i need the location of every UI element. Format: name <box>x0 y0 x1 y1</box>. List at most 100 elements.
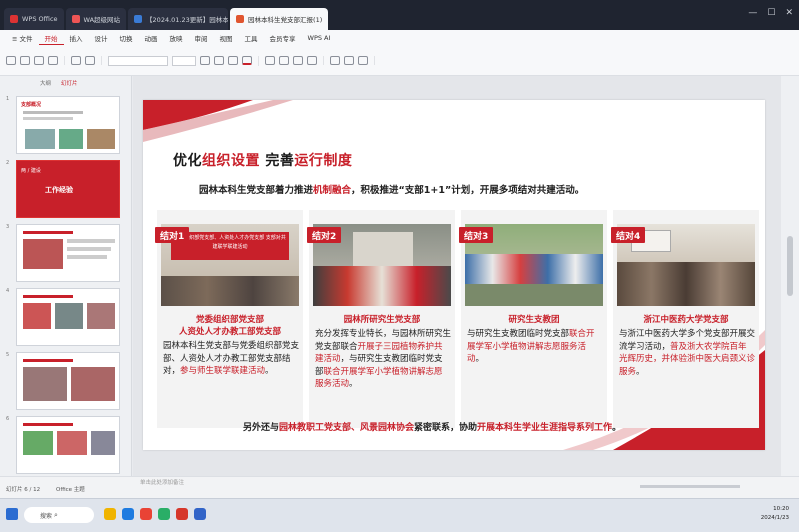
search-icon: ⌕ <box>54 510 58 519</box>
tab-presentation[interactable]: 园林本科生党支部汇报(1) <box>230 8 329 30</box>
thumbnail-row[interactable]: 3 <box>6 224 120 282</box>
title-bar: WPS Office WA超级网站 【2024.01.23更新】园林本科生党支部… <box>0 0 799 30</box>
slide-title: 优化组织设置 完善运行制度 <box>173 150 352 170</box>
menu-design[interactable]: 设计 <box>89 31 114 45</box>
tab-label: WPS Office <box>22 15 58 23</box>
vertical-scrollbar[interactable] <box>781 76 799 476</box>
thumbnail-row[interactable]: 1 支部概况 <box>6 96 120 154</box>
slide-number: 2 <box>6 160 10 166</box>
card-heading-line: 浙江中医药大学党支部 <box>643 315 729 325</box>
menu-wps-ai[interactable]: WPS AI <box>302 31 337 45</box>
tab-website[interactable]: WA超级网站 <box>65 8 127 30</box>
notes-placeholder[interactable]: 单击此处添加备注 <box>140 478 184 486</box>
menu-bar: ≡ 文件 开始 插入 设计 切换 动画 放映 审阅 视图 工具 会员专享 WPS… <box>0 30 799 46</box>
menu-insert[interactable]: 插入 <box>64 31 89 45</box>
scroll-thumb[interactable] <box>787 236 793 296</box>
menu-home[interactable]: 开始 <box>38 31 64 45</box>
align-left-icon <box>293 56 303 65</box>
slide-thumbnail[interactable]: 支部概况 <box>16 96 120 154</box>
card-body-text: 与研究生支教团临时党支部 <box>467 329 570 339</box>
thumb-caption: 工作经验 <box>45 186 73 194</box>
underline-button[interactable] <box>228 56 238 65</box>
menu-member[interactable]: 会员专享 <box>264 31 302 45</box>
cut-button[interactable] <box>34 56 44 65</box>
system-clock[interactable]: 10:20 2024/1/23 <box>761 505 789 523</box>
clock-time: 10:20 <box>773 506 789 512</box>
card-body-highlight: 联合开展学军小学植物讲解志愿服务活动 <box>315 366 443 390</box>
textbox-icon <box>358 56 368 65</box>
copy-button[interactable] <box>48 56 58 65</box>
card-body: 园林本科生党支部与党委组织部党支部、人资处人才办教工部党支部结对，参与师生联学联… <box>163 340 299 378</box>
menu-slideshow[interactable]: 放映 <box>164 31 189 45</box>
slide[interactable]: 优化组织设置 完善运行制度 园林本科生党支部着力推进机制融合，积极推进“支部1+… <box>143 100 765 450</box>
tab-outline[interactable]: 大纲 <box>40 79 51 87</box>
slide-thumbnail[interactable] <box>16 416 120 474</box>
italic-button[interactable] <box>214 56 224 65</box>
thumb-caption: 支部概况 <box>21 102 42 108</box>
bullets-button[interactable] <box>265 56 275 65</box>
slide-thumbnail[interactable] <box>16 352 120 410</box>
wechat-icon[interactable] <box>158 508 170 520</box>
card-heading-line: 人资处人才办教工部党支部 <box>178 327 281 337</box>
paste-icon <box>20 56 30 65</box>
tab-slides[interactable]: 幻灯片 <box>61 79 78 87</box>
word-icon[interactable] <box>194 508 206 520</box>
format-painter-button[interactable] <box>6 56 16 65</box>
bold-button[interactable] <box>200 56 210 65</box>
menu-file[interactable]: ≡ 文件 <box>6 31 39 45</box>
scissors-icon <box>34 56 44 65</box>
menu-view[interactable]: 视图 <box>214 31 239 45</box>
slide-thumbnail[interactable] <box>16 224 120 282</box>
ribbon-toolbar <box>0 46 799 76</box>
card-body-end: 。 <box>265 366 274 376</box>
card-heading: 浙江中医药大学党支部 <box>613 314 759 326</box>
footer-text: 另外还与 <box>243 423 280 433</box>
menu-tools[interactable]: 工具 <box>239 31 264 45</box>
menu-animation[interactable]: 动画 <box>139 31 164 45</box>
shapes-button[interactable] <box>330 56 340 65</box>
close-icon[interactable]: ✕ <box>785 8 793 18</box>
tab-document[interactable]: 【2024.01.23更新】园林本科生党支部 <box>128 8 229 30</box>
slide-number: 5 <box>6 352 10 358</box>
slide-number: 4 <box>6 288 10 294</box>
bold-icon <box>200 56 210 65</box>
slide-number: 1 <box>6 96 10 102</box>
wps-taskbar-icon[interactable] <box>176 508 188 520</box>
menu-review[interactable]: 审阅 <box>189 31 214 45</box>
status-bar: 幻灯片 6 / 12 Office 主题 单击此处添加备注 <box>0 476 799 498</box>
minimize-icon[interactable]: — <box>748 8 757 18</box>
slide-number: 6 <box>6 416 10 422</box>
layout-button[interactable] <box>85 56 95 65</box>
arrange-button[interactable] <box>344 56 354 65</box>
slide-thumbnail-selected[interactable]: 两 / 建设 工作经验 <box>16 160 120 218</box>
textbox-button[interactable] <box>358 56 368 65</box>
zoom-slider[interactable] <box>640 485 740 488</box>
align-center-icon <box>307 56 317 65</box>
file-explorer-icon[interactable] <box>104 508 116 520</box>
align-left-button[interactable] <box>293 56 303 65</box>
align-center-button[interactable] <box>307 56 317 65</box>
font-family-select[interactable] <box>108 55 168 66</box>
font-size-select[interactable] <box>172 55 196 66</box>
menu-transition[interactable]: 切换 <box>114 31 139 45</box>
maximize-icon[interactable]: ☐ <box>767 8 775 18</box>
slide-thumbnail[interactable] <box>16 288 120 346</box>
new-slide-button[interactable] <box>71 56 81 65</box>
font-group <box>108 55 259 66</box>
slide-canvas[interactable]: 优化组织设置 完善运行制度 园林本科生党支部着力推进机制融合，积极推进“支部1+… <box>133 76 781 476</box>
font-color-button[interactable] <box>242 56 252 65</box>
browser-icon[interactable] <box>122 508 134 520</box>
start-icon[interactable] <box>6 508 18 520</box>
arrange-icon <box>344 56 354 65</box>
app-icon[interactable] <box>140 508 152 520</box>
slide-group <box>71 56 102 65</box>
thumbnail-row[interactable]: 6 <box>6 416 120 474</box>
paste-button[interactable] <box>20 56 30 65</box>
numbering-button[interactable] <box>279 56 289 65</box>
taskbar-search[interactable]: ⌕ 搜索 <box>24 507 94 523</box>
thumbnail-row[interactable]: 4 <box>6 288 120 346</box>
thumbnail-row[interactable]: 5 <box>6 352 120 410</box>
font-color-icon <box>242 56 252 65</box>
tab-wps-office[interactable]: WPS Office <box>4 8 64 30</box>
thumbnail-row[interactable]: 2 两 / 建设 工作经验 <box>6 160 120 218</box>
